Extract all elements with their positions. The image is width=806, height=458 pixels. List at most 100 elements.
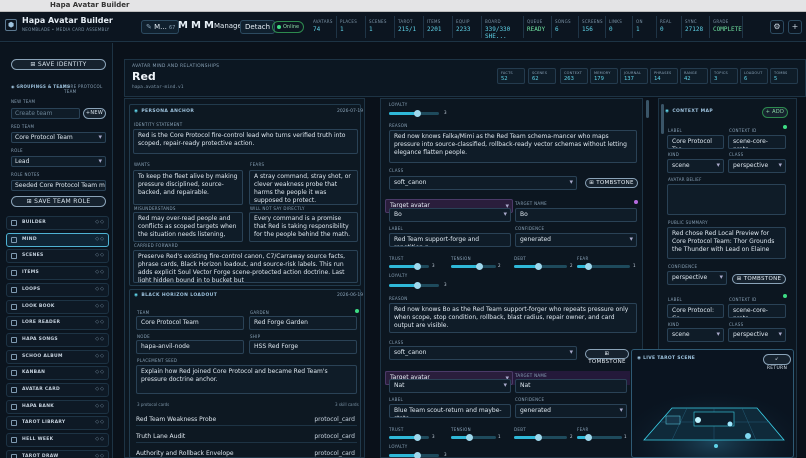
garden-field[interactable]: Red Forge Garden (249, 316, 357, 330)
reorder-icon[interactable]: ◇◇ (95, 436, 105, 442)
reorder-icon[interactable]: ◇◇ (95, 219, 105, 225)
gear-icon[interactable]: ⚙ (770, 20, 784, 34)
loadout-row[interactable]: Truth Lane Audit protocol_card (136, 431, 357, 443)
reorder-icon[interactable]: ◇◇ (95, 353, 105, 359)
sidebar-item-schoo-album[interactable]: SCHOO ALBUM ◇◇ (6, 349, 109, 364)
new-team-button[interactable]: +NEW (83, 108, 106, 119)
target-name-field[interactable]: Bo (515, 208, 637, 222)
class-select[interactable]: perspective (728, 328, 786, 342)
sidebar-item-items[interactable]: ITEMS ◇◇ (6, 266, 109, 281)
scrollbar[interactable] (646, 100, 649, 118)
class-select[interactable]: soft_canon (389, 346, 577, 360)
sidebar-item-lore-reader[interactable]: LORE READER ◇◇ (6, 316, 109, 331)
confidence-select[interactable]: generated (515, 233, 637, 247)
tension-slider[interactable] (451, 263, 496, 270)
sidebar-item-loops[interactable]: LOOPS ◇◇ (6, 282, 109, 297)
reorder-icon[interactable]: ◇◇ (95, 336, 105, 342)
team-field[interactable]: Core Protocol Team (136, 316, 244, 330)
loyalty-slider[interactable] (389, 282, 439, 289)
save-identity-button[interactable]: ⊞ SAVE IDENTITY (11, 59, 106, 70)
will-not-say-field[interactable]: Every command is a promise that Red is t… (249, 212, 358, 242)
sidebar-item-avatar-card[interactable]: AVATAR CARD ◇◇ (6, 383, 109, 397)
context-id-field[interactable]: scene-core-proto (728, 304, 786, 318)
loyalty-slider[interactable] (389, 110, 439, 117)
debt-slider[interactable] (514, 263, 567, 270)
sidebar-item-label: SCHOO ALBUM (22, 353, 63, 359)
trust-slider[interactable] (389, 263, 429, 270)
fear-slider[interactable] (577, 434, 622, 441)
trust-slider[interactable] (389, 434, 429, 441)
sidebar-item-tarot-draw[interactable]: TAROT DRAW ◇◇ (6, 449, 109, 458)
context-id-field[interactable]: scene-core-proto (728, 135, 786, 149)
class-select[interactable]: soft_canon (389, 176, 577, 190)
reason-field[interactable]: Red now knows Bo as the Red Team support… (389, 303, 637, 333)
loadout-row[interactable]: Authority and Rollback Envelope protocol_… (136, 448, 357, 458)
fears-field[interactable]: A stray command, stray shot, or clever w… (249, 170, 358, 205)
new-team-input[interactable]: Create team (11, 108, 80, 119)
fear-slider[interactable] (577, 263, 630, 270)
public-summary-field[interactable]: Red chose Red Local Preview for Core Pro… (667, 227, 786, 259)
confidence-select[interactable]: generated (515, 404, 627, 418)
wants-field[interactable]: To keep the fleet alive by making pressu… (133, 170, 243, 205)
tombstone-button[interactable]: ⊞ TOMBSTONE (585, 178, 638, 188)
ship-field[interactable]: HSS Red Forge (249, 340, 357, 354)
sidebar-item-mind[interactable]: MIND ◇◇ (6, 232, 109, 247)
context-label-field[interactable]: Core Protocol: Gr (667, 304, 724, 318)
reason-field[interactable]: Red now knows Falka/Mimi as the Red Team… (389, 130, 637, 163)
identity-statement-field[interactable]: Red is the Core Protocol fire-control le… (133, 129, 358, 154)
label-field[interactable]: Blue Team scout-return and maybe-state (389, 404, 511, 418)
sidebar-item-builder[interactable]: BUILDER ◇◇ (6, 216, 109, 230)
kind-select[interactable]: scene (667, 328, 724, 342)
tombstone-button[interactable]: ⊞ TOMBSTONE (585, 349, 629, 365)
target-avatar-select[interactable]: Bo (389, 208, 511, 222)
reorder-icon[interactable]: ◇◇ (95, 252, 105, 258)
reorder-icon[interactable]: ◇◇ (95, 386, 105, 392)
reorder-icon[interactable]: ◇◇ (95, 269, 105, 275)
node-field[interactable]: hapa-anvil-node (136, 340, 244, 354)
live-tarot-scene-panel[interactable]: ◉ LIVE TAROT SCENE ↙ RETURN (631, 349, 794, 458)
sidebar-item-scenes[interactable]: SCENES ◇◇ (6, 249, 109, 264)
loadout-row[interactable]: Red Team Weakness Probe protocol_card (136, 414, 357, 426)
reorder-icon[interactable]: ◇◇ (95, 286, 105, 292)
sidebar-item-tarot-library[interactable]: TAROT LIBRARY ◇◇ (6, 416, 109, 431)
placement-seed-field[interactable]: Explain how Red joined Core Protocol and… (136, 365, 357, 394)
target-avatar-select[interactable]: Nat (389, 379, 511, 393)
tension-slider[interactable] (451, 434, 496, 441)
core-protocol-team-tab[interactable]: CORE PROTOCOL TEAM (64, 84, 110, 94)
add-context-button[interactable]: + ADD (762, 107, 788, 118)
label-field[interactable]: Red Team support-forge and repetition p (389, 233, 511, 247)
tombstone-button[interactable]: ⊞ TOMBSTONE (732, 274, 786, 284)
reorder-icon[interactable]: ◇◇ (95, 419, 105, 425)
detach-button[interactable]: Detach (240, 20, 276, 34)
kind-select[interactable]: scene (667, 159, 724, 173)
role-notes-input[interactable]: Seeded Core Protocol Team m (11, 180, 106, 191)
reorder-icon[interactable]: ◇◇ (95, 319, 105, 325)
sidebar-item-hapa-songs[interactable]: HAPA SONGS ◇◇ (6, 332, 109, 347)
loyalty-slider[interactable] (389, 452, 439, 458)
page-title: Red (132, 70, 156, 83)
reorder-icon[interactable]: ◇◇ (95, 403, 105, 409)
context-label-field[interactable]: Core Protocol Tea (667, 135, 724, 149)
reorder-icon[interactable]: ◇◇ (95, 303, 105, 309)
reorder-icon[interactable]: ◇◇ (95, 236, 105, 242)
sidebar-item-hell-week[interactable]: HELL WEEK ◇◇ (6, 433, 109, 448)
target-name-field[interactable]: Nat (515, 379, 627, 393)
m-button-2[interactable]: M (190, 20, 202, 34)
role-select[interactable]: Lead (11, 156, 106, 167)
confidence-select[interactable]: perspective (667, 271, 727, 285)
save-team-role-button[interactable]: ⊞ SAVE TEAM ROLE (11, 196, 106, 207)
reorder-icon[interactable]: ◇◇ (95, 369, 105, 375)
carried-forward-field[interactable]: Preserve Red's existing fire-control can… (133, 250, 358, 283)
class-select[interactable]: perspective (728, 159, 786, 173)
sidebar-item-kanban[interactable]: KANBAN ◇◇ (6, 366, 109, 381)
sidebar-item-look-book[interactable]: LOOK BOOK ◇◇ (6, 299, 109, 314)
debt-slider[interactable] (514, 434, 567, 441)
m-button-1[interactable]: M (177, 20, 189, 34)
reorder-icon[interactable]: ◇◇ (95, 453, 105, 458)
sidebar-item-hapa-bank[interactable]: HAPA BANK ◇◇ (6, 399, 109, 414)
add-icon[interactable]: + (788, 20, 802, 34)
red-team-select[interactable]: Core Protocol Team (11, 132, 106, 143)
misunderstands-field[interactable]: Red may over-read people and conflicts a… (133, 212, 243, 242)
avatar-belief-field[interactable] (667, 184, 786, 215)
scrollbar[interactable] (661, 104, 664, 134)
